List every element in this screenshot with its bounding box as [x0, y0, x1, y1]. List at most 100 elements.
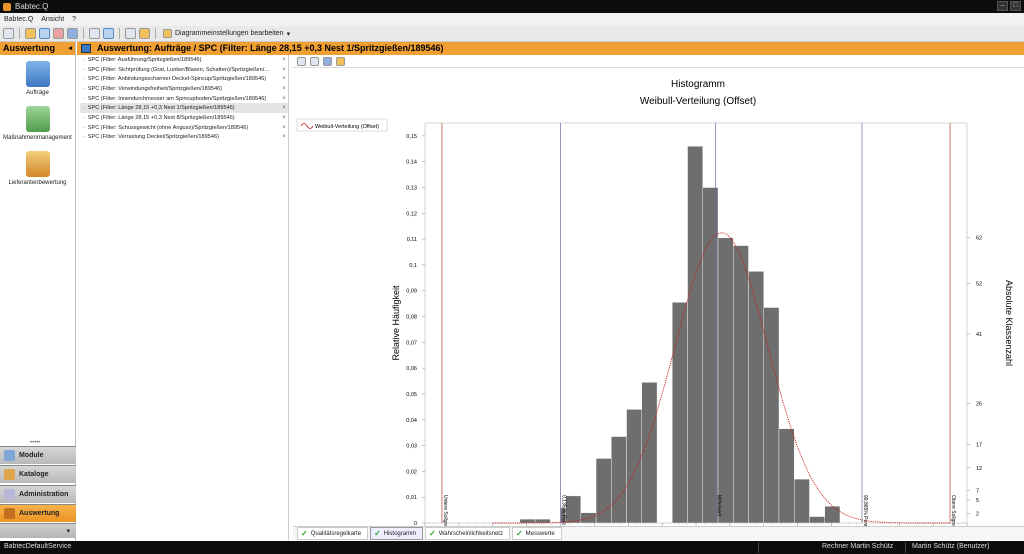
tab-messwerte[interactable]: ✓ Messwerte: [511, 527, 562, 540]
minimize-icon[interactable]: –: [997, 1, 1008, 11]
reference-line-label: 0,135 % Perz.: [561, 495, 567, 526]
filter-list-item[interactable]: ·· SPC (Filter: Verwindungsfreiheit/Sprit…: [80, 84, 288, 94]
print-icon[interactable]: [125, 28, 136, 39]
histogram-bar: [519, 518, 536, 524]
y-tick-label: 0,14: [406, 160, 417, 166]
close-icon[interactable]: ×: [280, 96, 288, 102]
y-tick-label: 0,09: [406, 289, 417, 295]
arrow-left-icon[interactable]: [67, 28, 78, 39]
filter-list-item[interactable]: ·· SPC (Filter: Ausführung/Spritzgießen/1…: [80, 55, 288, 65]
histogram-bar: [595, 458, 612, 524]
filter-label: SPC (Filter: Ausführung/Spritzgießen/189…: [87, 56, 202, 63]
nav-module[interactable]: Module: [0, 446, 76, 464]
filter-label: SPC (Filter: Verrastung Deckel/Spritzgie…: [87, 134, 219, 141]
copy-icon[interactable]: [336, 56, 345, 66]
filter-label: SPC (Filter: Länge 28,15 +0,3 Nest 1/Spr…: [87, 105, 235, 112]
y2-tick-label: 26: [976, 401, 982, 407]
diagram-settings-button[interactable]: Diagrammeinstellungen bearbeiten ▾: [161, 29, 292, 38]
close-icon[interactable]: ×: [280, 67, 288, 73]
y2-axis-label: Absolute Klassenzahl: [1004, 280, 1014, 366]
filter-list-item[interactable]: ·· SPC (Filter: Länge 28,15 +0,3 Nest 1/S…: [80, 103, 288, 114]
histogram-bar: [824, 506, 841, 524]
toolbar-separator: [155, 28, 156, 39]
supplier-rating-icon: [25, 151, 50, 177]
nav-auswertung[interactable]: Auswertung: [0, 504, 76, 522]
nav-administration[interactable]: Administration: [0, 485, 76, 503]
menu-help[interactable]: ?: [72, 16, 76, 23]
maximize-icon[interactable]: □: [1010, 1, 1021, 11]
filter-list-item[interactable]: ·· SPC (Filter: Länge 28,15 +0,3 Nest 8/S…: [80, 113, 288, 123]
close-icon[interactable]: ×: [280, 134, 288, 140]
chart-icon[interactable]: [89, 28, 100, 39]
chart-options-icon[interactable]: [310, 56, 319, 66]
histogram-bar: [687, 146, 703, 524]
chart-subtitle: Weibull-Verteilung (Offset): [640, 96, 756, 107]
filter-label: SPC (Filter: Innendurchmesser am Spincup…: [87, 95, 267, 102]
tab-qualitaetsregelkarte[interactable]: ✓ Qualitätsregelkarte: [297, 527, 369, 540]
chart-type-icon[interactable]: [297, 56, 306, 66]
check-icon: ✓: [374, 529, 381, 538]
filter-label: SPC (Filter: Anbindungsscharnier Deckel-…: [87, 76, 267, 83]
histogram-bar: [778, 428, 795, 524]
view-tabs: ✓ Qualitätsregelkarte ✓ Histogramm ✓ Wahrsc…: [293, 526, 1024, 540]
close-icon[interactable]: ×: [280, 115, 288, 121]
nav-item-label: Aufträge: [26, 90, 49, 96]
filter-list-item[interactable]: ·· SPC (Filter: Sichtprüfung (Grat, Lunke…: [80, 65, 288, 75]
reference-line-label: Untere Soll­grenze: [442, 495, 448, 526]
filter-list-item[interactable]: ·· SPC (Filter: Verrastung Deckel/Spritzg…: [80, 133, 288, 143]
histogram-bar: [611, 436, 627, 524]
back-icon[interactable]: [3, 28, 14, 39]
filter-label: SPC (Filter: Schussgewicht (ohne Anguss)…: [87, 124, 249, 131]
nav-item-label: Maßnahmenmanagement: [3, 135, 72, 141]
y-tick-label: 0,05: [406, 392, 417, 398]
histogram-bar: [672, 302, 688, 524]
globe-icon[interactable]: [323, 56, 332, 66]
histogram-bar: [626, 409, 642, 524]
folder-icon[interactable]: [25, 28, 36, 39]
histogram-bar: [565, 495, 582, 524]
tree-dots-icon: ··: [82, 85, 86, 92]
close-icon[interactable]: ×: [280, 105, 288, 111]
histogram-chart: Histogramm Weibull-Verteilung (Offset) Wei…: [296, 79, 1014, 535]
app-window: Babtec.Q – □ Babtec.Q Ansicht ? Diagramm…: [0, 0, 1024, 554]
collapse-icon[interactable]: ◂: [68, 42, 72, 55]
filter-list-item[interactable]: ·· SPC (Filter: Anbindungsscharnier Decke…: [80, 74, 288, 84]
menu-ansicht[interactable]: Ansicht: [41, 16, 64, 23]
menu-babtec[interactable]: Babtec.Q: [4, 16, 33, 23]
tab-histogramm[interactable]: ✓ Histogramm: [370, 527, 424, 540]
y2-tick-label: 5: [976, 498, 979, 504]
nav-item-lieferantenbewertung[interactable]: Lieferantenbewertung: [1, 151, 75, 186]
histogram-icon[interactable]: [103, 28, 114, 39]
diagram-settings-label: Diagrammeinstellungen bearbeiten: [175, 30, 284, 37]
export-icon[interactable]: [139, 28, 150, 39]
filter-list-item[interactable]: ·· SPC (Filter: Innendurchmesser am Spinc…: [80, 94, 288, 104]
close-icon[interactable]: ×: [280, 125, 288, 131]
status-separator: [758, 542, 759, 553]
tab-wahrscheinlichkeitsnetz[interactable]: ✓ Wahrscheinlichkeitsnetz: [425, 527, 510, 540]
chart-panel: Histogramm Weibull-Verteilung (Offset) Wei…: [293, 55, 1024, 535]
menu-bar: Babtec.Q Ansicht ?: [0, 13, 1024, 26]
check-icon: ✓: [429, 529, 436, 538]
histogram-bar: [809, 516, 825, 524]
y-tick-label: 0,13: [406, 186, 417, 192]
close-icon[interactable]: ×: [280, 86, 288, 92]
status-service: BabtecDefaultService: [4, 543, 72, 550]
module-icon: [4, 450, 15, 461]
y-tick-label: 0,07: [406, 340, 417, 346]
status-computer: Rechner Martin Schütz: [822, 543, 894, 550]
toolbar: Diagrammeinstellungen bearbeiten ▾: [0, 26, 1024, 42]
nav-item-label: Lieferantenbewertung: [8, 180, 67, 186]
nav-kataloge[interactable]: Kataloge: [0, 465, 76, 483]
home-icon[interactable]: [53, 28, 64, 39]
toolbar-separator: [83, 28, 84, 39]
filter-list-item[interactable]: ·· SPC (Filter: Schussgewicht (ohne Angus…: [80, 123, 288, 133]
nav-item-auftraege[interactable]: Aufträge: [1, 61, 75, 96]
window-icon[interactable]: [39, 28, 50, 39]
check-icon: ✓: [515, 529, 523, 538]
close-icon[interactable]: ×: [280, 76, 288, 82]
administration-icon: [4, 489, 15, 500]
nav-item-massnahmenmanagement[interactable]: Maßnahmenmanagement: [1, 106, 75, 141]
y2-tick-label: 12: [976, 466, 982, 472]
close-icon[interactable]: ×: [280, 57, 288, 63]
nav-more-button[interactable]: ▾: [0, 523, 76, 538]
